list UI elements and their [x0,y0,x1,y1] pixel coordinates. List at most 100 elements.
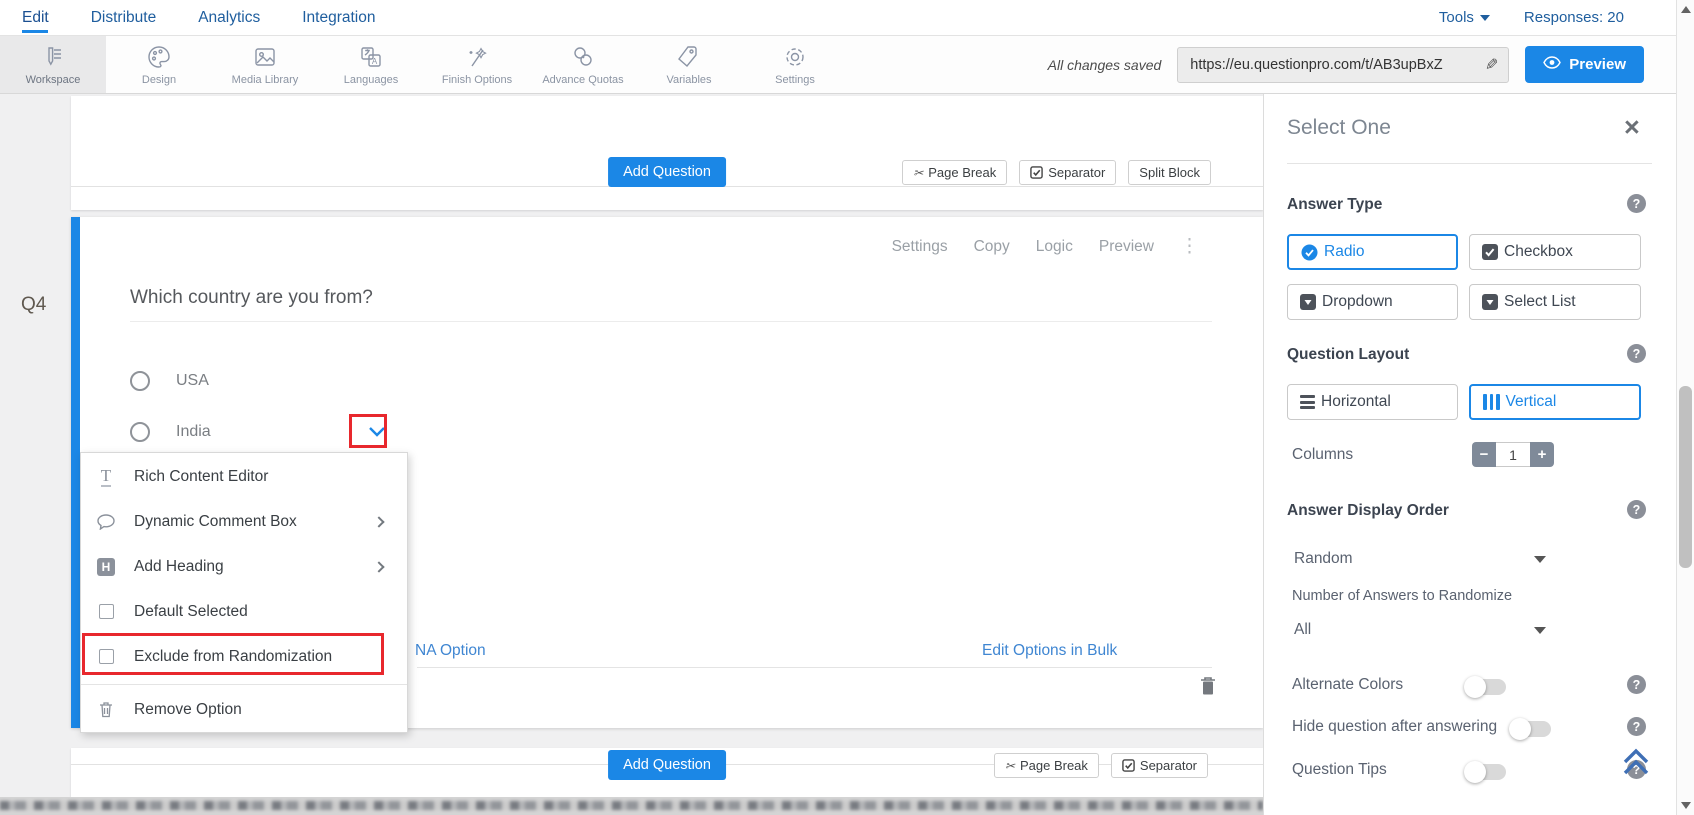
randomize-count-select[interactable]: All [1294,621,1546,639]
page-scrollbar[interactable] [1676,0,1694,815]
page-break-button[interactable]: Page Break [993,753,1099,778]
question-title[interactable]: Which country are you from? [130,287,373,309]
question-settings-sidebar: Select One Answer Type Radio Checkbox Dr… [1263,94,1676,815]
kebab-menu-icon[interactable] [1180,237,1199,256]
chevron-down-icon [1479,14,1490,21]
separator-button[interactable]: Separator [1110,753,1208,778]
question-preview-link[interactable]: Preview [1099,238,1154,256]
layout-horizontal-button[interactable]: Horizontal [1287,384,1458,420]
help-icon[interactable] [1627,675,1646,694]
answer-type-label: Answer Type [1287,196,1383,213]
separator-button[interactable]: Separator [1019,160,1117,185]
palette-icon [146,44,172,70]
alternate-colors-toggle[interactable] [1464,676,1506,698]
toolbar-item-label: Variables [666,73,712,86]
preview-label: Preview [1569,56,1626,73]
page-break-icon [913,165,923,180]
columns-decrement-button[interactable]: − [1472,442,1496,467]
scroll-down-arrow-icon[interactable] [1681,802,1691,809]
answer-option-label[interactable]: USA [176,372,209,390]
toolbar-item-finish-options[interactable]: Finish Options [424,36,530,93]
toolbar-item-workspace[interactable]: Workspace [0,36,106,93]
option-menu-chevron-icon[interactable] [363,419,390,443]
nav-tab-edit[interactable]: Edit [22,0,73,35]
question-actions: Settings Copy Logic Preview [892,237,1199,256]
answer-type-radio-button[interactable]: Radio [1287,234,1458,270]
menu-item-add-heading[interactable]: H Add Heading [81,544,407,589]
help-icon[interactable] [1627,194,1646,213]
question-tips-label: Question Tips [1292,761,1387,778]
image-icon [252,44,278,70]
add-question-button-top[interactable]: Add Question [608,157,726,187]
nav-tab-distribute[interactable]: Distribute [91,0,180,35]
edit-options-in-bulk-link[interactable]: Edit Options in Bulk [982,642,1117,660]
scroll-to-top-icon[interactable] [1619,746,1653,781]
page-break-icon [1005,758,1015,773]
question-settings-link[interactable]: Settings [892,238,948,256]
divider [81,684,407,685]
dropdown-icon [1300,294,1316,310]
question-logic-link[interactable]: Logic [1036,238,1073,256]
delete-question-trash-icon[interactable] [1199,675,1217,701]
heading-icon: H [96,557,116,576]
toolbar-item-label: Media Library [231,73,299,86]
tools-label: Tools [1438,9,1474,26]
close-icon[interactable] [1624,114,1640,141]
scrollbar-thumb[interactable] [1679,386,1692,568]
question-tips-toggle[interactable] [1464,761,1506,783]
menu-item-dynamic-comment-box[interactable]: Dynamic Comment Box [81,499,407,544]
nav-tab-analytics[interactable]: Analytics [198,0,284,35]
add-question-button-bottom[interactable]: Add Question [608,750,726,780]
help-icon[interactable] [1627,500,1646,519]
survey-url-input[interactable] [1178,56,1475,73]
toolbar-item-settings[interactable]: Settings [742,36,848,93]
menu-item-default-selected[interactable]: Default Selected [81,589,407,634]
answer-type-dropdown-button[interactable]: Dropdown [1287,284,1458,320]
hide-question-toggle[interactable] [1509,718,1551,740]
option-context-menu: T Rich Content Editor Dynamic Comment Bo… [80,452,408,733]
page-break-button[interactable]: Page Break [902,160,1008,185]
split-block-button[interactable]: Split Block [1128,160,1211,185]
block-actions-bottom: Page Break Separator [993,753,1208,778]
checked-box-icon [1030,166,1043,179]
toolbar-item-advance-quotas[interactable]: Advance Quotas [530,36,636,93]
answer-option-label[interactable]: India [176,423,211,441]
nav-tab-integration[interactable]: Integration [302,0,399,35]
tag-icon [676,44,702,70]
columns-increment-button[interactable]: + [1530,442,1554,467]
scroll-up-arrow-icon[interactable] [1681,6,1691,13]
horizontal-bars-icon [1300,395,1315,409]
previous-question-card-bottom: Add Question Page Break Separator Split … [71,96,1263,210]
tools-menu[interactable]: Tools [1439,9,1490,26]
wand-icon [464,44,490,70]
toolbar-item-label: Finish Options [441,73,513,86]
display-order-select[interactable]: Random [1294,550,1546,568]
columns-value-input[interactable] [1496,442,1530,467]
toolbar-item-design[interactable]: Design [106,36,212,93]
help-icon[interactable] [1627,717,1646,736]
radio-button[interactable] [130,371,150,391]
answer-type-checkbox-button[interactable]: Checkbox [1469,234,1641,270]
question-copy-link[interactable]: Copy [974,238,1010,256]
editor-toolbar: Workspace Design Media Library A Languag… [0,36,1676,94]
workspace-icon [40,44,66,70]
toolbar-right: All changes saved Preview [1048,46,1676,83]
help-icon[interactable] [1627,344,1646,363]
caret-down-icon [1534,626,1546,634]
na-option-link[interactable]: NA Option [415,642,486,660]
comment-icon [96,513,116,530]
radio-button[interactable] [130,422,150,442]
responses-count[interactable]: Responses: 20 [1524,9,1624,26]
menu-item-rich-content-editor[interactable]: T Rich Content Editor [81,454,407,499]
toolbar-item-languages[interactable]: A Languages [318,36,424,93]
layout-vertical-button[interactable]: Vertical [1469,384,1641,420]
edit-url-icon[interactable] [1475,55,1508,75]
toolbar-item-media-library[interactable]: Media Library [212,36,318,93]
toolbar-item-variables[interactable]: Variables [636,36,742,93]
menu-item-remove-option[interactable]: Remove Option [81,687,407,732]
answer-display-order-label: Answer Display Order [1287,502,1449,519]
menu-item-exclude-from-randomization[interactable]: Exclude from Randomization [81,634,407,679]
preview-button[interactable]: Preview [1525,46,1644,83]
alternate-colors-label: Alternate Colors [1292,676,1404,693]
answer-type-select-list-button[interactable]: Select List [1469,284,1641,320]
